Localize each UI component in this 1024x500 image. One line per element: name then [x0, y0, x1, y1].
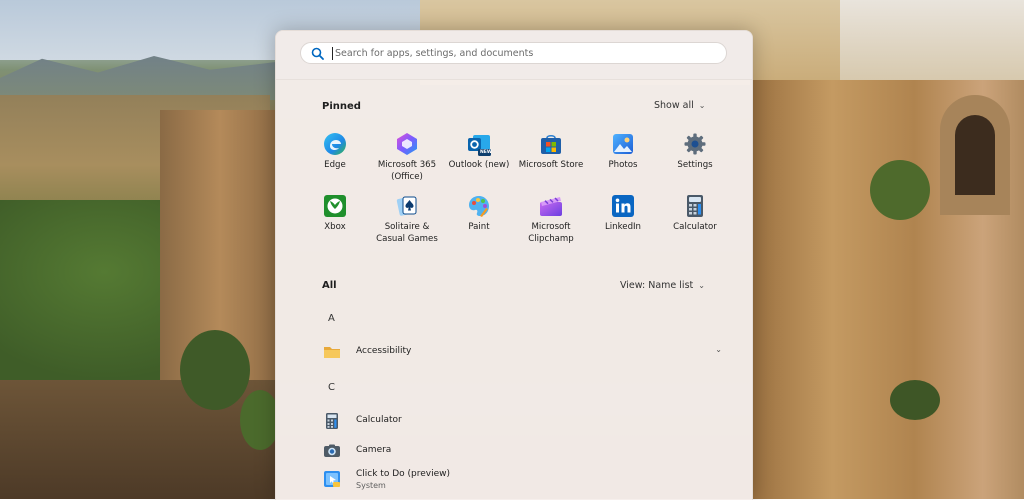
group-letter-c[interactable]: C — [328, 382, 335, 393]
view-options-label: View: Name list — [620, 280, 694, 291]
pinned-app-label: LinkedIn — [604, 222, 641, 232]
calculator-icon — [683, 194, 707, 218]
chevron-down-icon[interactable]: ⌄ — [715, 345, 722, 354]
pinned-app-edge[interactable]: Edge — [299, 132, 371, 172]
show-all-label: Show all — [654, 100, 694, 111]
search-box[interactable] — [300, 42, 727, 64]
chevron-down-icon: ⌄ — [698, 101, 706, 110]
list-item-accessibility[interactable]: Accessibility ⌄ — [320, 341, 722, 365]
pinned-app-microsoft-365[interactable]: Microsoft 365 (Office) — [371, 132, 443, 183]
pinned-app-calculator[interactable]: Calculator — [659, 194, 731, 234]
pinned-app-clipchamp[interactable]: Microsoft Clipchamp — [515, 194, 587, 245]
list-item-subtitle: System — [356, 481, 386, 490]
list-item-camera[interactable]: Camera — [320, 440, 720, 464]
list-item-calculator[interactable]: Calculator — [320, 410, 720, 434]
pinned-app-photos[interactable]: Photos — [587, 132, 659, 172]
show-all-button[interactable]: Show all ⌄ — [654, 100, 705, 111]
list-item-name: Accessibility — [356, 346, 412, 356]
pinned-app-outlook[interactable]: NEW Outlook (new) — [443, 132, 515, 172]
chevron-down-icon: ⌄ — [698, 281, 705, 290]
pinned-app-solitaire[interactable]: Solitaire & Casual Games — [371, 194, 443, 245]
pinned-app-paint[interactable]: Paint — [443, 194, 515, 234]
list-item-name: Camera — [356, 445, 392, 455]
search-input[interactable] — [335, 45, 715, 61]
camera-icon — [323, 442, 341, 460]
microsoft-365-icon — [395, 132, 419, 156]
pinned-app-label: Settings — [677, 160, 713, 170]
click-to-do-icon — [323, 470, 341, 488]
list-item-click-to-do[interactable]: Click to Do (preview) System — [320, 468, 720, 496]
pinned-app-label: Microsoft Clipchamp — [528, 222, 574, 244]
pinned-app-label: Photos — [608, 160, 638, 170]
search-icon — [311, 47, 324, 63]
pinned-app-linkedin[interactable]: LinkedIn — [587, 194, 659, 234]
edge-icon — [323, 132, 347, 156]
start-menu: Pinned Show all ⌄ Edge Microsoft 365 (Off… — [275, 30, 753, 500]
all-apps-title: All — [322, 280, 337, 291]
text-caret — [332, 47, 333, 60]
pinned-app-microsoft-store[interactable]: Microsoft Store — [515, 132, 587, 172]
pinned-app-label: Paint — [468, 222, 490, 232]
linkedin-icon — [611, 194, 635, 218]
store-icon — [539, 132, 563, 156]
list-item-name: Calculator — [356, 415, 402, 425]
pinned-app-label: Edge — [324, 160, 346, 170]
folder-icon — [323, 343, 341, 361]
solitaire-icon — [395, 194, 419, 218]
pinned-app-label: Outlook (new) — [448, 160, 510, 170]
pinned-app-label: Solitaire & Casual Games — [376, 222, 438, 244]
pinned-app-xbox[interactable]: Xbox — [299, 194, 371, 234]
calculator-icon — [323, 412, 341, 430]
gear-icon — [683, 132, 707, 156]
pinned-app-label: Microsoft Store — [518, 160, 584, 170]
group-letter-a[interactable]: A — [328, 313, 335, 324]
pinned-app-label: Microsoft 365 (Office) — [377, 160, 437, 182]
clipchamp-icon — [539, 194, 563, 218]
list-item-name: Click to Do (preview) — [356, 469, 450, 479]
pinned-app-label: Xbox — [324, 222, 346, 232]
xbox-icon — [323, 194, 347, 218]
photos-icon — [611, 132, 635, 156]
view-options-button[interactable]: View: Name list ⌄ — [620, 280, 705, 291]
pinned-app-label: Calculator — [673, 222, 717, 232]
outlook-icon: NEW — [467, 132, 492, 156]
pinned-app-settings[interactable]: Settings — [659, 132, 731, 172]
outlook-new-badge: NEW — [480, 150, 492, 155]
pinned-title: Pinned — [322, 101, 361, 112]
paint-icon — [467, 194, 491, 218]
